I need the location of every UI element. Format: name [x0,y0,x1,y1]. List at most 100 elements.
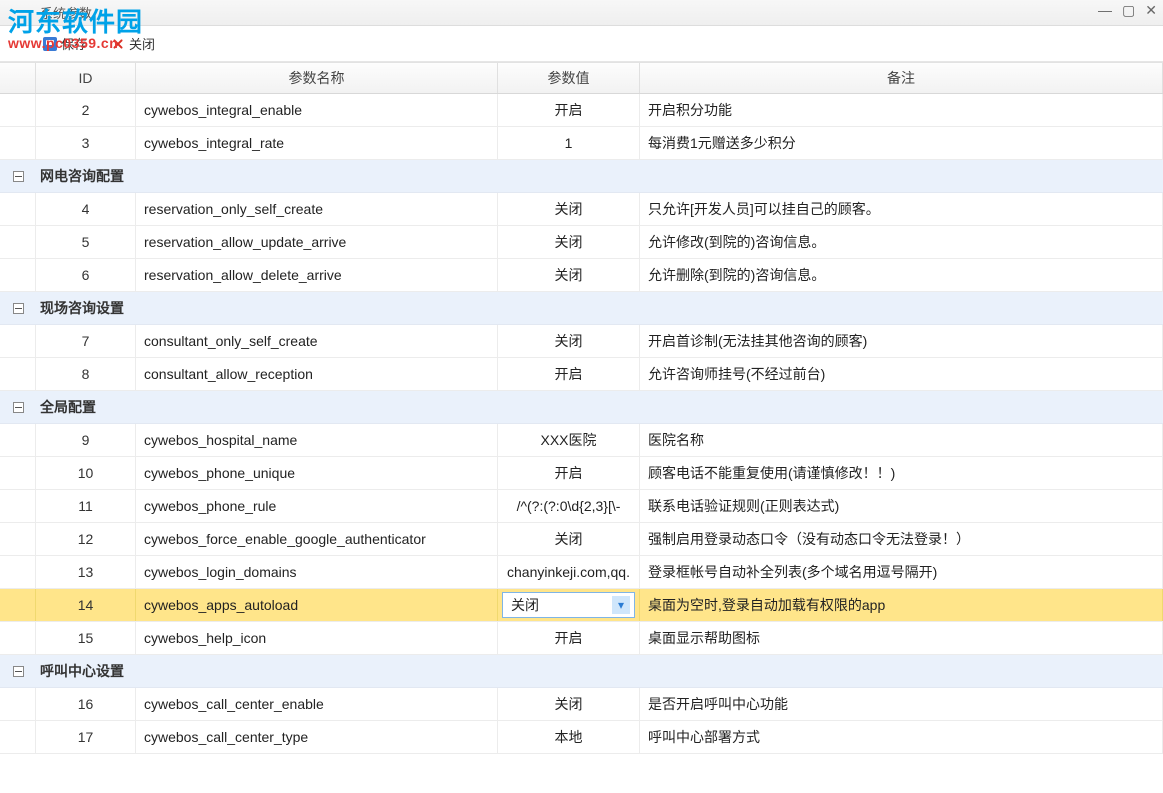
cell-note: 允许咨询师挂号(不经过前台) [640,358,1163,390]
cell-name: cywebos_force_enable_google_authenticato… [136,523,498,555]
row-gutter [0,457,36,489]
header-note[interactable]: 备注 [640,63,1163,93]
cell-value[interactable]: /^(?:(?:0\d{2,3}[\- [498,490,640,522]
row-gutter [0,325,36,357]
cell-id: 16 [36,688,136,720]
group-header[interactable]: 网电咨询配置 [0,160,1163,193]
row-gutter [0,94,36,126]
maximize-icon[interactable]: ▢ [1122,2,1135,19]
cell-note: 允许修改(到院的)咨询信息。 [640,226,1163,258]
cell-id: 11 [36,490,136,522]
cell-id: 10 [36,457,136,489]
cell-note: 开启首诊制(无法挂其他咨询的顾客) [640,325,1163,357]
table-row[interactable]: 4reservation_only_self_create关闭只允许[开发人员]… [0,193,1163,226]
window-title: 系统参数 [40,3,92,22]
cell-name: cywebos_integral_enable [136,94,498,126]
cell-note: 登录框帐号自动补全列表(多个域名用逗号隔开) [640,556,1163,588]
close-button[interactable]: 关闭 [104,29,162,58]
parameter-grid: ID 参数名称 参数值 备注 2cywebos_integral_enable开… [0,62,1163,791]
group-title: 全局配置 [36,397,96,417]
row-gutter [0,622,36,654]
cell-value[interactable]: 本地 [498,721,640,753]
table-row[interactable]: 8consultant_allow_reception开启允许咨询师挂号(不经过… [0,358,1163,391]
collapse-icon[interactable] [13,402,24,413]
table-row[interactable]: 10cywebos_phone_unique开启顾客电话不能重复使用(请谨慎修改… [0,457,1163,490]
group-title: 网电咨询配置 [36,166,124,186]
cell-value[interactable]: 开启 [498,358,640,390]
table-row[interactable]: 5reservation_allow_update_arrive关闭允许修改(到… [0,226,1163,259]
header-name[interactable]: 参数名称 [136,63,498,93]
cell-value[interactable]: 关闭 [498,523,640,555]
row-gutter [0,556,36,588]
cell-value[interactable]: 关闭 ▾ [498,589,640,621]
cell-id: 9 [36,424,136,456]
cell-value[interactable]: 开启 [498,94,640,126]
cell-id: 13 [36,556,136,588]
table-row[interactable]: 7consultant_only_self_create关闭开启首诊制(无法挂其… [0,325,1163,358]
row-gutter [0,193,36,225]
dropdown-value: 关闭 [511,595,539,615]
row-gutter [0,688,36,720]
cell-value[interactable]: 关闭 [498,688,640,720]
cell-id: 7 [36,325,136,357]
row-gutter [0,259,36,291]
collapse-icon[interactable] [13,171,24,182]
cell-note: 开启积分功能 [640,94,1163,126]
table-row[interactable]: 12cywebos_force_enable_google_authentica… [0,523,1163,556]
cell-name: reservation_allow_delete_arrive [136,259,498,291]
group-header[interactable]: 现场咨询设置 [0,292,1163,325]
cell-name: cywebos_help_icon [136,622,498,654]
save-button[interactable]: 保存 [36,29,94,58]
collapse-icon[interactable] [13,303,24,314]
table-row[interactable]: 17cywebos_call_center_type本地呼叫中心部署方式 [0,721,1163,754]
close-label: 关闭 [129,34,155,53]
header-value[interactable]: 参数值 [498,63,640,93]
cell-note: 桌面显示帮助图标 [640,622,1163,654]
cell-value[interactable]: 关闭 [498,259,640,291]
table-row[interactable]: 16cywebos_call_center_enable关闭是否开启呼叫中心功能 [0,688,1163,721]
table-row[interactable]: 6reservation_allow_delete_arrive关闭允许删除(到… [0,259,1163,292]
toolbar: 保存 关闭 [0,26,1163,62]
cell-name: cywebos_call_center_type [136,721,498,753]
chevron-down-icon[interactable]: ▾ [612,596,630,614]
group-title: 现场咨询设置 [36,298,124,318]
cell-note: 呼叫中心部署方式 [640,721,1163,753]
cell-id: 2 [36,94,136,126]
cell-name: reservation_allow_update_arrive [136,226,498,258]
cell-value[interactable]: XXX医院 [498,424,640,456]
grid-body: 2cywebos_integral_enable开启开启积分功能3cywebos… [0,94,1163,791]
cell-id: 3 [36,127,136,159]
cell-name: reservation_only_self_create [136,193,498,225]
group-header[interactable]: 全局配置 [0,391,1163,424]
value-dropdown[interactable]: 关闭 ▾ [502,592,635,618]
table-row[interactable]: 14cywebos_apps_autoload关闭▾桌面为空时,登录自动加载有权… [0,589,1163,622]
cell-value[interactable]: 开启 [498,457,640,489]
row-gutter [0,226,36,258]
minimize-icon[interactable]: — [1098,2,1112,19]
cell-id: 14 [36,589,136,621]
table-row[interactable]: 2cywebos_integral_enable开启开启积分功能 [0,94,1163,127]
cell-id: 5 [36,226,136,258]
table-row[interactable]: 3cywebos_integral_rate1每消费1元赠送多少积分 [0,127,1163,160]
cell-value[interactable]: 关闭 [498,325,640,357]
cell-value[interactable]: 1 [498,127,640,159]
group-header[interactable]: 呼叫中心设置 [0,655,1163,688]
cell-value[interactable]: 开启 [498,622,640,654]
close-window-icon[interactable]: ✕ [1145,2,1157,19]
row-gutter [0,523,36,555]
cell-id: 4 [36,193,136,225]
table-row[interactable]: 15cywebos_help_icon开启桌面显示帮助图标 [0,622,1163,655]
table-row[interactable]: 13cywebos_login_domainschanyinkeji.com,q… [0,556,1163,589]
collapse-icon[interactable] [13,666,24,677]
save-label: 保存 [61,34,87,53]
cell-value[interactable]: 关闭 [498,193,640,225]
cell-value[interactable]: chanyinkeji.com,qq. [498,556,640,588]
cell-id: 12 [36,523,136,555]
cell-value[interactable]: 关闭 [498,226,640,258]
cell-name: cywebos_call_center_enable [136,688,498,720]
header-id[interactable]: ID [36,63,136,93]
cell-name: cywebos_phone_rule [136,490,498,522]
close-icon [111,37,125,51]
table-row[interactable]: 9cywebos_hospital_nameXXX医院医院名称 [0,424,1163,457]
table-row[interactable]: 11cywebos_phone_rule/^(?:(?:0\d{2,3}[\-联… [0,490,1163,523]
